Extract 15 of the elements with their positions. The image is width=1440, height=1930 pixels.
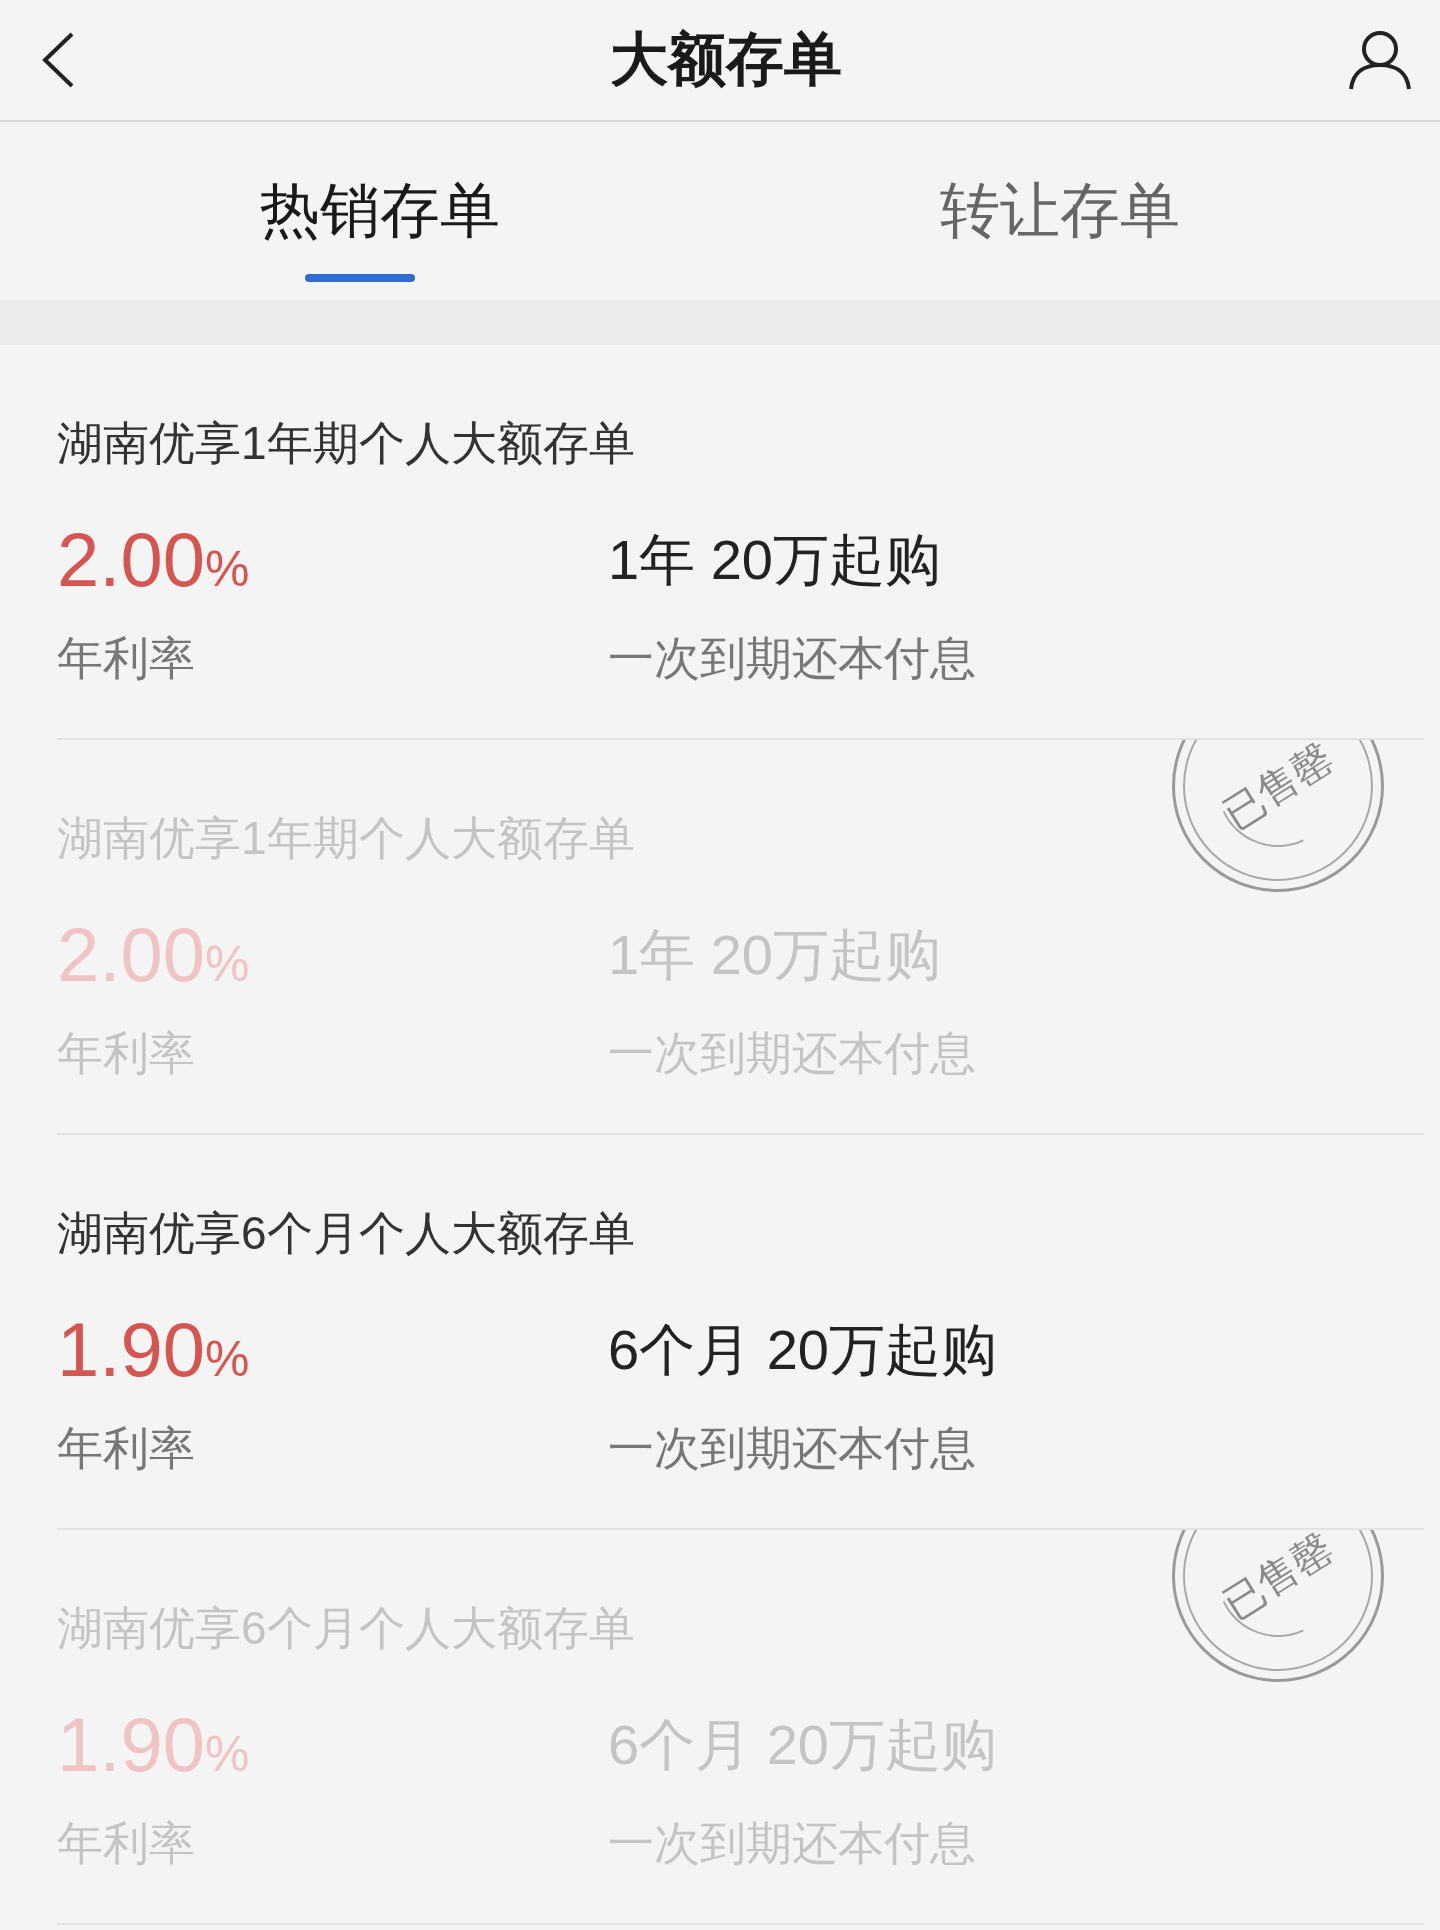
interest-rate: 1.90% bbox=[57, 1306, 251, 1394]
product-name: 湖南优享1年期个人大额存单 bbox=[57, 416, 635, 471]
term-and-minimum: 1年 20万起购 bbox=[608, 527, 942, 593]
term-and-minimum: 6个月 20万起购 bbox=[608, 1317, 998, 1383]
payout-method: 一次到期还本付息 bbox=[608, 631, 977, 686]
tab[interactable]: 热销存单 bbox=[0, 122, 720, 300]
rate-label: 年利率 bbox=[57, 1421, 196, 1476]
page-title: 大额存单 bbox=[610, 25, 842, 93]
user-icon[interactable] bbox=[1348, 29, 1412, 91]
product-name: 湖南优享6个月个人大额存单 bbox=[57, 1206, 635, 1261]
interest-rate: 2.00% bbox=[57, 516, 251, 604]
tab[interactable]: 转让存单 bbox=[720, 122, 1440, 300]
payout-method: 一次到期还本付息 bbox=[608, 1421, 977, 1476]
back-icon[interactable] bbox=[40, 31, 76, 89]
rate-label: 年利率 bbox=[57, 631, 196, 686]
